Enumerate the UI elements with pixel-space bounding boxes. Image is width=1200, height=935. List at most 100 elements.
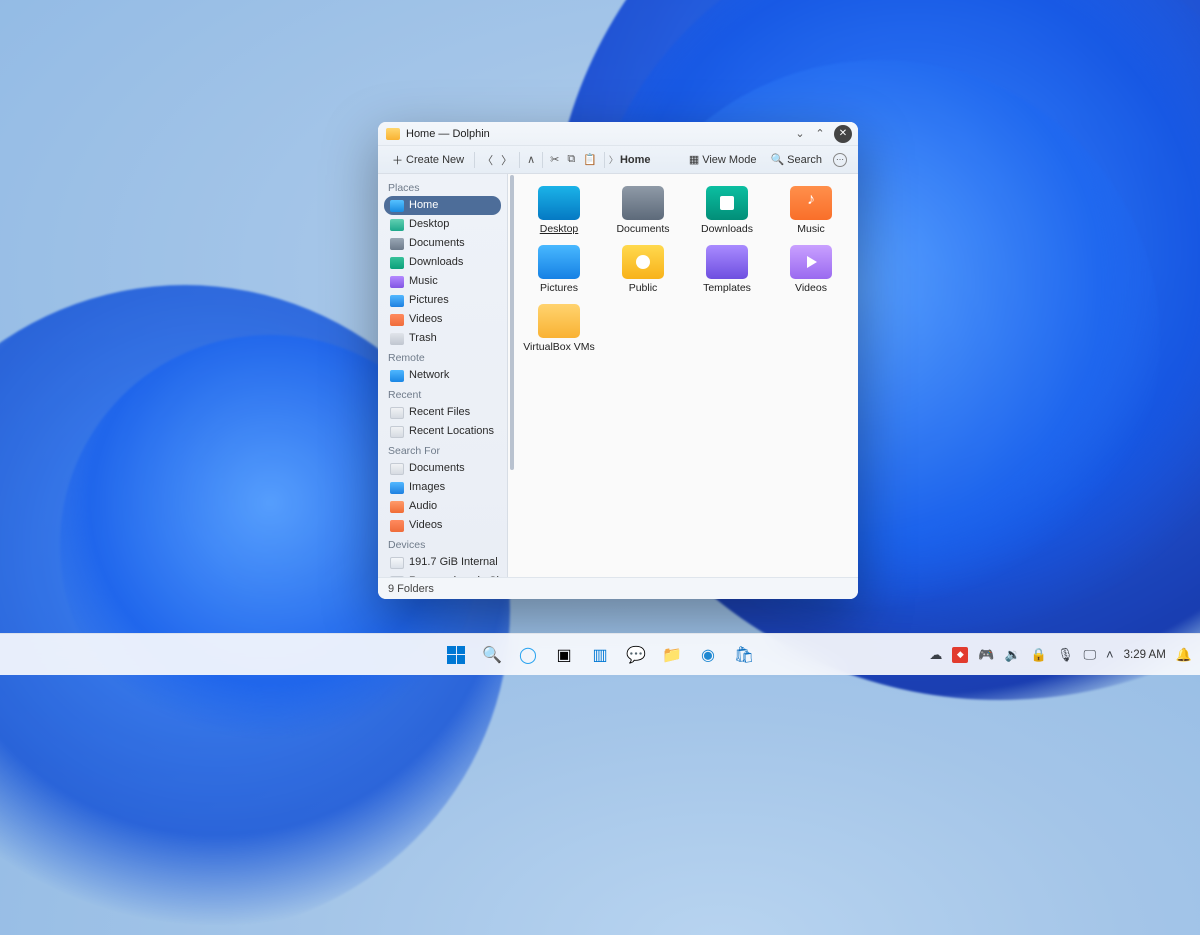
sidebar-item-pictures[interactable]: Pictures <box>384 291 501 310</box>
sidebar-item-label: Music <box>409 274 438 289</box>
window-title: Home — Dolphin <box>406 128 490 140</box>
tray-onedrive-icon[interactable]: ☁ <box>929 647 942 663</box>
sidebar-item-documents[interactable]: Documents <box>384 234 501 253</box>
grid-icon: ▦ <box>689 153 699 166</box>
sidebar-item-label: Audio <box>409 499 437 514</box>
sidebar-item-recent-files[interactable]: Recent Files <box>384 403 501 422</box>
sidebar-item-videos[interactable]: Videos <box>384 310 501 329</box>
folder-icon <box>622 186 664 220</box>
copy-button[interactable]: ⧉ <box>564 151 578 168</box>
folder-item-virtualbox-vms[interactable]: VirtualBox VMs <box>520 302 598 355</box>
sidebar-item-label: Home <box>409 198 438 213</box>
tray-notifications-icon[interactable]: 🔔 <box>1176 647 1192 663</box>
folder-icon <box>706 245 748 279</box>
separator <box>519 152 520 168</box>
tray-chevron-up-icon[interactable]: ˄ <box>1106 647 1114 662</box>
folder-icon <box>622 245 664 279</box>
sidebar-item-label: 191.7 GiB Internal ... <box>409 555 501 570</box>
folder-item-downloads[interactable]: Downloads <box>688 184 766 237</box>
taskbar-app-store[interactable]: 🛍 <box>729 640 759 670</box>
minimize-button[interactable]: ⌄ <box>790 124 810 144</box>
taskbar-app-edge[interactable]: ◉ <box>693 640 723 670</box>
edge-icon: ◉ <box>701 645 715 665</box>
folder-icon <box>538 186 580 220</box>
folder-item-public[interactable]: Public <box>604 243 682 296</box>
view-mode-label: View Mode <box>702 154 756 166</box>
tray-lock-icon[interactable]: 🔒 <box>1031 647 1047 663</box>
folder-item-videos[interactable]: Videos <box>772 243 850 296</box>
taskbar-widgets-button[interactable]: ▥ <box>585 640 615 670</box>
folder-view[interactable]: DesktopDocumentsDownloadsMusic PicturesPu… <box>508 174 858 577</box>
start-button[interactable] <box>441 640 471 670</box>
cut-button[interactable]: ✂ <box>547 151 562 168</box>
taskview-icon: ▣ <box>556 645 571 665</box>
view-mode-button[interactable]: ▦ View Mode <box>683 151 763 168</box>
folder-item-desktop[interactable]: Desktop <box>520 184 598 237</box>
file-icon <box>390 426 404 438</box>
sidebar-item-images[interactable]: Images <box>384 478 501 497</box>
titlebar[interactable]: Home — Dolphin ⌄ ⌃ ✕ <box>378 122 858 146</box>
search-icon: 🔍 <box>482 645 502 665</box>
taskbar-chat-button[interactable]: 💬 <box>621 640 651 670</box>
sidebar-item-audio[interactable]: Audio <box>384 497 501 516</box>
windows-logo-icon <box>447 646 465 664</box>
sidebar-item-label: Pictures <box>409 293 449 308</box>
sidebar-item-network[interactable]: Network <box>384 366 501 385</box>
sidebar-item-recent-locations[interactable]: Recent Locations <box>384 422 501 441</box>
chevron-right-icon: 〉 <box>609 153 618 166</box>
tray-microphone-icon[interactable]: 🎙 <box>1057 647 1074 663</box>
folder-item-documents[interactable]: Documents <box>604 184 682 237</box>
search-label: Search <box>787 154 822 166</box>
vids-icon <box>390 520 404 532</box>
paste-button[interactable]: 📋 <box>580 151 600 168</box>
sidebar-section-search-for: Search For <box>382 441 507 459</box>
menu-button[interactable]: ⋯ <box>830 151 850 169</box>
sidebar-item-label: Videos <box>409 312 442 327</box>
separator <box>604 152 605 168</box>
tray-volume-icon[interactable]: 🔉 <box>1005 647 1021 663</box>
taskbar-clock[interactable]: 3:29 AM <box>1124 649 1166 661</box>
sidebar-item-label: Documents <box>409 236 465 251</box>
sidebar: Places HomeDesktopDocumentsDownloadsMusi… <box>378 174 508 577</box>
pics-icon <box>390 482 404 494</box>
forward-button[interactable]: 〉 <box>498 150 515 170</box>
breadcrumb-current[interactable]: Home <box>620 154 651 166</box>
folder-item-pictures[interactable]: Pictures <box>520 243 598 296</box>
sidebar-item-videos[interactable]: Videos <box>384 516 501 535</box>
tray-display-icon[interactable]: 🖵 <box>1083 647 1096 663</box>
sidebar-item-home[interactable]: Home <box>384 196 501 215</box>
taskbar-taskview-button[interactable]: ▣ <box>549 640 579 670</box>
folder-label: Videos <box>795 282 827 294</box>
close-button[interactable]: ✕ <box>834 125 852 143</box>
tray-xbox-icon[interactable]: 🎮 <box>978 647 994 663</box>
folder-item-music[interactable]: Music <box>772 184 850 237</box>
net-icon <box>390 370 404 382</box>
docs-icon <box>390 238 404 250</box>
sidebar-item-trash[interactable]: Trash <box>384 329 501 348</box>
folder-icon: 📁 <box>662 645 682 665</box>
sidebar-item-desktop[interactable]: Desktop <box>384 215 501 234</box>
up-button[interactable]: ∧ <box>524 151 538 168</box>
tray-anydesk-icon[interactable]: ◆ <box>952 647 968 663</box>
taskbar: 🔍 ◯ ▣ ▥ 💬 📁 ◉ 🛍 ☁ ◆ 🎮 🔉 🔒 🎙 🖵 ˄ 3:29 AM … <box>0 633 1200 675</box>
breadcrumb[interactable]: 〉 Home <box>609 153 681 166</box>
create-new-button[interactable]: ＋ Create New <box>386 150 470 170</box>
system-tray: ☁ ◆ 🎮 🔉 🔒 🎙 🖵 ˄ 3:29 AM 🔔 <box>929 647 1192 663</box>
taskbar-search-button[interactable]: 🔍 <box>477 640 507 670</box>
sidebar-section-remote: Remote <box>382 348 507 366</box>
chat-icon: 💬 <box>626 645 646 665</box>
taskbar-app-explorer[interactable]: 📁 <box>657 640 687 670</box>
sidebar-item-music[interactable]: Music <box>384 272 501 291</box>
sidebar-section-devices: Devices <box>382 535 507 553</box>
back-button[interactable]: 〈 <box>479 150 496 170</box>
statusbar: 9 Folders <box>378 577 858 599</box>
dolphin-window: Home — Dolphin ⌄ ⌃ ✕ ＋ Create New 〈 〉 ∧ … <box>378 122 858 599</box>
folder-item-templates[interactable]: Templates <box>688 243 766 296</box>
taskbar-cortana-button[interactable]: ◯ <box>513 640 543 670</box>
music-icon <box>390 276 404 288</box>
sidebar-item-downloads[interactable]: Downloads <box>384 253 501 272</box>
sidebar-item-documents[interactable]: Documents <box>384 459 501 478</box>
search-button[interactable]: 🔍 Search <box>764 151 828 168</box>
maximize-button[interactable]: ⌃ <box>810 124 830 144</box>
sidebar-item-191-7-gib-internal-[interactable]: 191.7 GiB Internal ... <box>384 553 501 572</box>
